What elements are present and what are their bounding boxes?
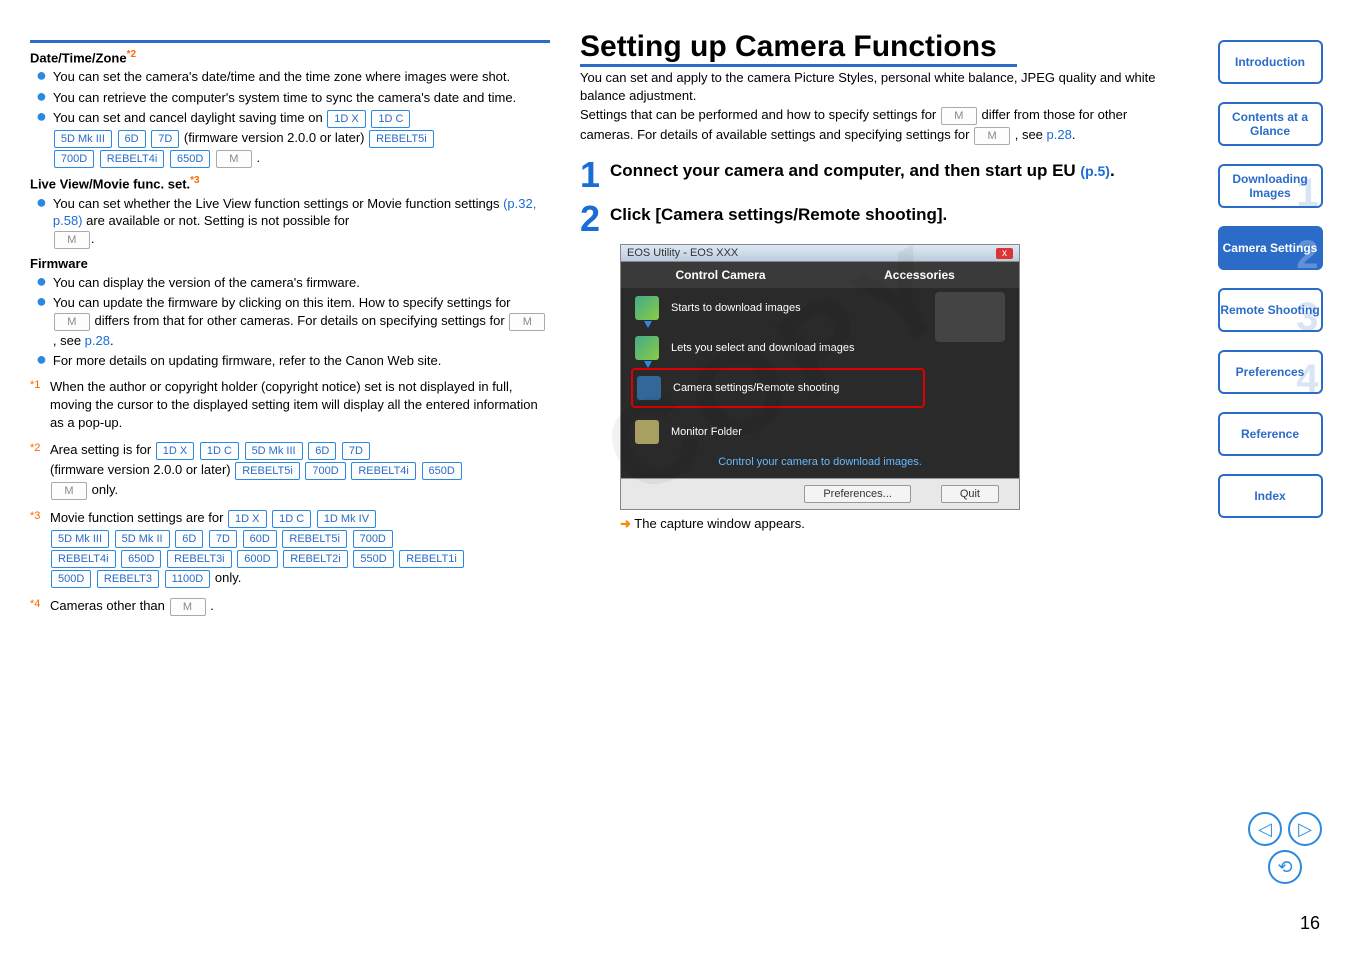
dt-bullet-2: You can retrieve the computer's system t…: [53, 89, 550, 107]
footnote-4: Cameras other than M .: [50, 597, 550, 617]
nav-preferences[interactable]: Preferences4: [1218, 350, 1323, 394]
link-p28-mid[interactable]: p.28: [1047, 127, 1072, 142]
fw-bullet-2: You can update the firmware by clicking …: [53, 294, 550, 349]
ss-status-text: Control your camera to download images.: [621, 452, 1019, 478]
lv-heading: Live View/Movie func. set.*3: [30, 175, 550, 191]
fw-heading: Firmware: [30, 256, 550, 271]
footnote-1: When the author or copyright holder (cop…: [50, 378, 550, 433]
step-2-text: Click [Camera settings/Remote shooting].: [610, 204, 1180, 234]
next-page-icon[interactable]: ▷: [1288, 812, 1322, 846]
nav-index[interactable]: Index: [1218, 474, 1323, 518]
badge-m: M: [941, 107, 977, 125]
badge-650d: 650D: [170, 150, 210, 168]
step-2-num: 2: [580, 204, 610, 234]
monitor-icon: [637, 376, 661, 400]
folder-icon: [635, 420, 659, 444]
arrow-icon: ➜: [620, 516, 631, 531]
date-time-heading: Date/Time/Zone*2: [30, 49, 550, 65]
badge-m: M: [974, 127, 1010, 145]
badge-5dmk3: 5D Mk III: [54, 130, 112, 148]
dt-bullet-3: You can set and cancel daylight saving t…: [53, 109, 550, 169]
link-p5[interactable]: (p.5): [1080, 163, 1110, 179]
capture-note: ➜ The capture window appears.: [620, 516, 1180, 532]
close-icon[interactable]: x: [996, 248, 1013, 259]
nav-remote-shooting[interactable]: Remote Shooting3: [1218, 288, 1323, 332]
eos-utility-screenshot: EOS Utility - EOS XXX x Control Camera A…: [620, 244, 1020, 510]
footnote-3: Movie function settings are for 1D X 1D …: [50, 509, 550, 589]
badge-7d: 7D: [151, 130, 179, 148]
ss-window-title: EOS Utility - EOS XXX: [627, 247, 738, 259]
lv-bullet: You can set whether the Live View functi…: [53, 195, 550, 250]
footnote-3-num: *3: [30, 509, 50, 589]
ss-row-camera-settings[interactable]: Camera settings/Remote shooting: [631, 368, 925, 408]
step-1-num: 1: [580, 160, 610, 190]
intro-2: Settings that can be performed and how t…: [580, 106, 1180, 146]
intro-1: You can set and apply to the camera Pict…: [580, 69, 1180, 104]
step-1-text: Connect your camera and computer, and th…: [610, 160, 1180, 190]
link-p28[interactable]: p.28: [85, 333, 110, 348]
return-icon[interactable]: ⟲: [1268, 850, 1302, 884]
nav-reference[interactable]: Reference: [1218, 412, 1323, 456]
ss-row-download[interactable]: Starts to download images: [621, 288, 935, 328]
page-title: Setting up Camera Functions: [580, 30, 1017, 67]
nav-camera-settings[interactable]: Camera Settings2: [1218, 226, 1323, 270]
footnote-4-num: *4: [30, 597, 50, 617]
preferences-button[interactable]: Preferences...: [804, 485, 910, 503]
badge-m: M: [216, 150, 252, 168]
prev-page-icon[interactable]: ◁: [1248, 812, 1282, 846]
badge-700d: 700D: [54, 150, 94, 168]
camera-thumbnail: [935, 292, 1005, 342]
badge-6d: 6D: [118, 130, 146, 148]
tab-control-camera[interactable]: Control Camera: [621, 262, 820, 288]
footnote-1-num: *1: [30, 378, 50, 433]
badge-m: M: [54, 231, 90, 249]
footnote-2-num: *2: [30, 441, 50, 501]
fw-bullet-3: For more details on updating firmware, r…: [53, 352, 550, 370]
tab-accessories[interactable]: Accessories: [820, 262, 1019, 288]
badge-m: M: [509, 313, 545, 331]
ss-row-monitor-folder[interactable]: Monitor Folder: [621, 412, 935, 452]
nav-introduction[interactable]: Introduction: [1218, 40, 1323, 84]
badge-1dc: 1D C: [371, 110, 410, 128]
footnote-2: Area setting is for 1D X 1D C 5D Mk III …: [50, 441, 550, 501]
page-number: 16: [1300, 913, 1320, 934]
dt-bullet-1: You can set the camera's date/time and t…: [53, 68, 550, 86]
download-icon: [635, 296, 659, 320]
ss-row-select[interactable]: Lets you select and download images: [621, 328, 935, 368]
quit-button[interactable]: Quit: [941, 485, 999, 503]
badge-m: M: [54, 313, 90, 331]
nav-contents[interactable]: Contents at a Glance: [1218, 102, 1323, 146]
badge-t4i: REBELT4i: [100, 150, 165, 168]
nav-downloading[interactable]: Downloading Images1: [1218, 164, 1323, 208]
select-download-icon: [635, 336, 659, 360]
fw-bullet-1: You can display the version of the camer…: [53, 274, 550, 292]
badge-1dx: 1D X: [327, 110, 365, 128]
badge-t5i: REBELT5i: [369, 130, 434, 148]
